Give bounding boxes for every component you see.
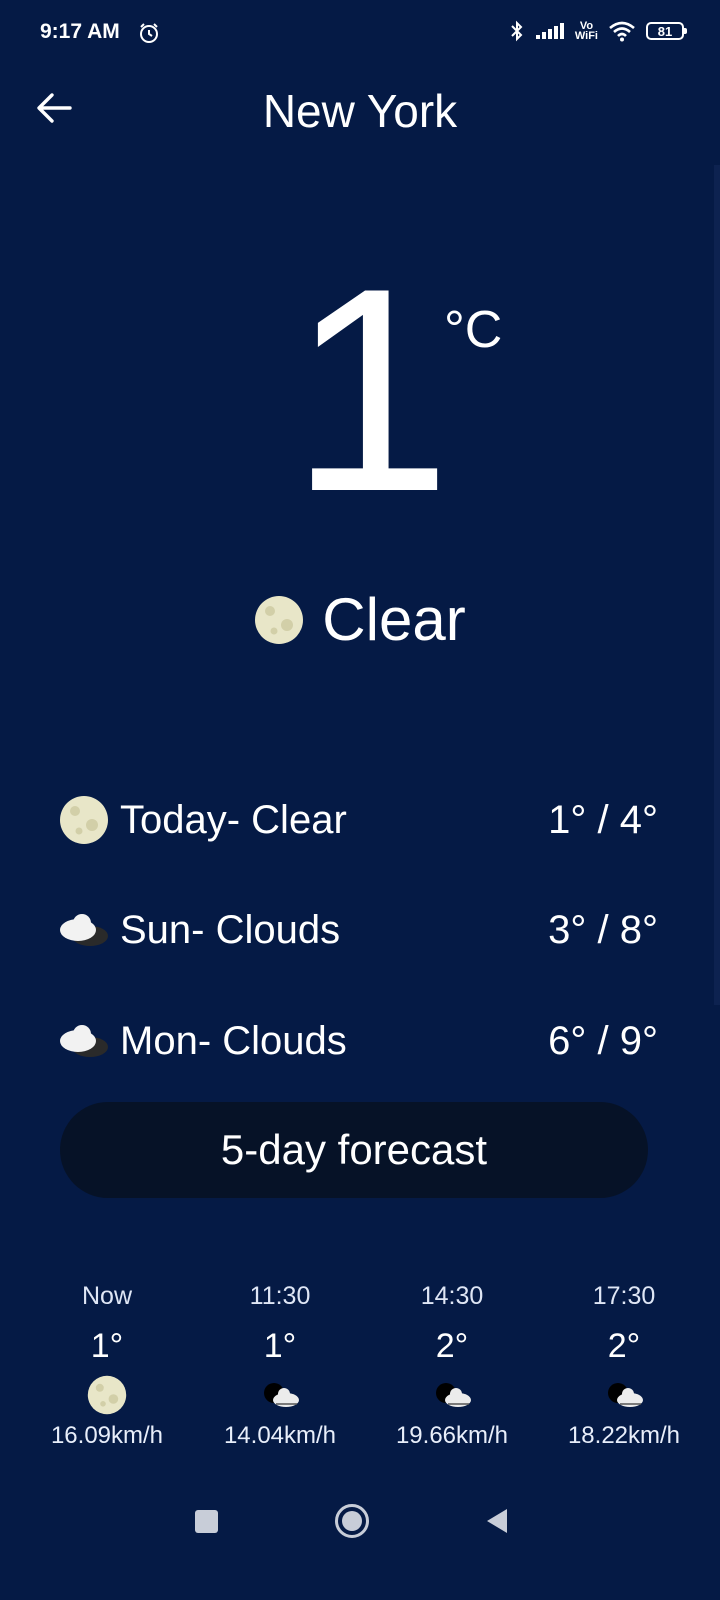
partly-cloudy-night-icon bbox=[367, 1372, 537, 1418]
hourly-item: Now 1° 16.09km/h bbox=[22, 1282, 192, 1450]
current-condition: Clear bbox=[0, 585, 720, 654]
condition-label: Clear bbox=[322, 586, 466, 653]
partly-cloudy-night-icon bbox=[195, 1372, 365, 1418]
moon-icon bbox=[58, 794, 110, 846]
hour-time: 14:30 bbox=[420, 1282, 484, 1310]
status-icons: Vo WiFi 81 bbox=[509, 20, 687, 42]
daily-temp-range: 1° / 4° bbox=[548, 797, 658, 842]
hour-wind: 16.09km/h bbox=[50, 1422, 164, 1449]
hour-temp: 1° bbox=[90, 1327, 124, 1365]
clouds-icon bbox=[58, 1015, 110, 1067]
five-day-forecast-button[interactable]: 5-day forecast bbox=[60, 1102, 648, 1198]
hour-time: Now bbox=[81, 1282, 132, 1310]
moon-icon bbox=[255, 595, 304, 644]
hour-time: 17:30 bbox=[592, 1282, 656, 1310]
hour-temp: 2° bbox=[435, 1327, 469, 1365]
daily-row-today[interactable]: Today- Clear 1° / 4° bbox=[58, 788, 658, 852]
battery-indicator: 81 bbox=[646, 22, 687, 40]
daily-label: Sun- Clouds bbox=[120, 907, 341, 952]
hourly-item: 14:30 2° 19.66km/h bbox=[367, 1282, 537, 1450]
vowifi-indicator: Vo WiFi bbox=[574, 20, 598, 42]
recents-button[interactable] bbox=[195, 1510, 218, 1533]
daily-label: Today- Clear bbox=[120, 797, 347, 842]
daily-row-sun[interactable]: Sun- Clouds 3° / 8° bbox=[58, 898, 658, 962]
temperature-unit: °C bbox=[444, 301, 503, 359]
daily-temp-range: 6° / 9° bbox=[548, 1018, 658, 1063]
current-temperature: 1 bbox=[290, 228, 452, 552]
partly-cloudy-night-icon bbox=[539, 1372, 709, 1418]
status-time: 9:17 AM bbox=[40, 20, 120, 43]
cellular-signal-icon bbox=[535, 23, 564, 39]
city-title: New York bbox=[262, 85, 458, 137]
hour-temp: 1° bbox=[263, 1327, 297, 1365]
hour-wind: 18.22km/h bbox=[567, 1422, 681, 1449]
hour-temp: 2° bbox=[607, 1327, 641, 1365]
daily-row-mon[interactable]: Mon- Clouds 6° / 9° bbox=[58, 1009, 658, 1073]
alarm-icon bbox=[140, 23, 158, 43]
hourly-item: 11:30 1° 14.04km/h bbox=[195, 1282, 365, 1450]
daily-label: Mon- Clouds bbox=[120, 1018, 347, 1063]
daily-temp-range: 3° / 8° bbox=[548, 907, 658, 952]
moon-icon bbox=[22, 1372, 192, 1418]
nav-back-button[interactable] bbox=[484, 1507, 510, 1535]
home-button[interactable] bbox=[334, 1503, 370, 1539]
hour-wind: 19.66km/h bbox=[395, 1422, 509, 1449]
clouds-icon bbox=[58, 904, 110, 956]
wifi-icon bbox=[609, 21, 635, 42]
hourly-item: 17:30 2° 18.22km/h bbox=[539, 1282, 709, 1450]
bluetooth-icon bbox=[511, 20, 523, 42]
hour-wind: 14.04km/h bbox=[223, 1422, 337, 1449]
hour-time: 11:30 bbox=[249, 1282, 311, 1310]
